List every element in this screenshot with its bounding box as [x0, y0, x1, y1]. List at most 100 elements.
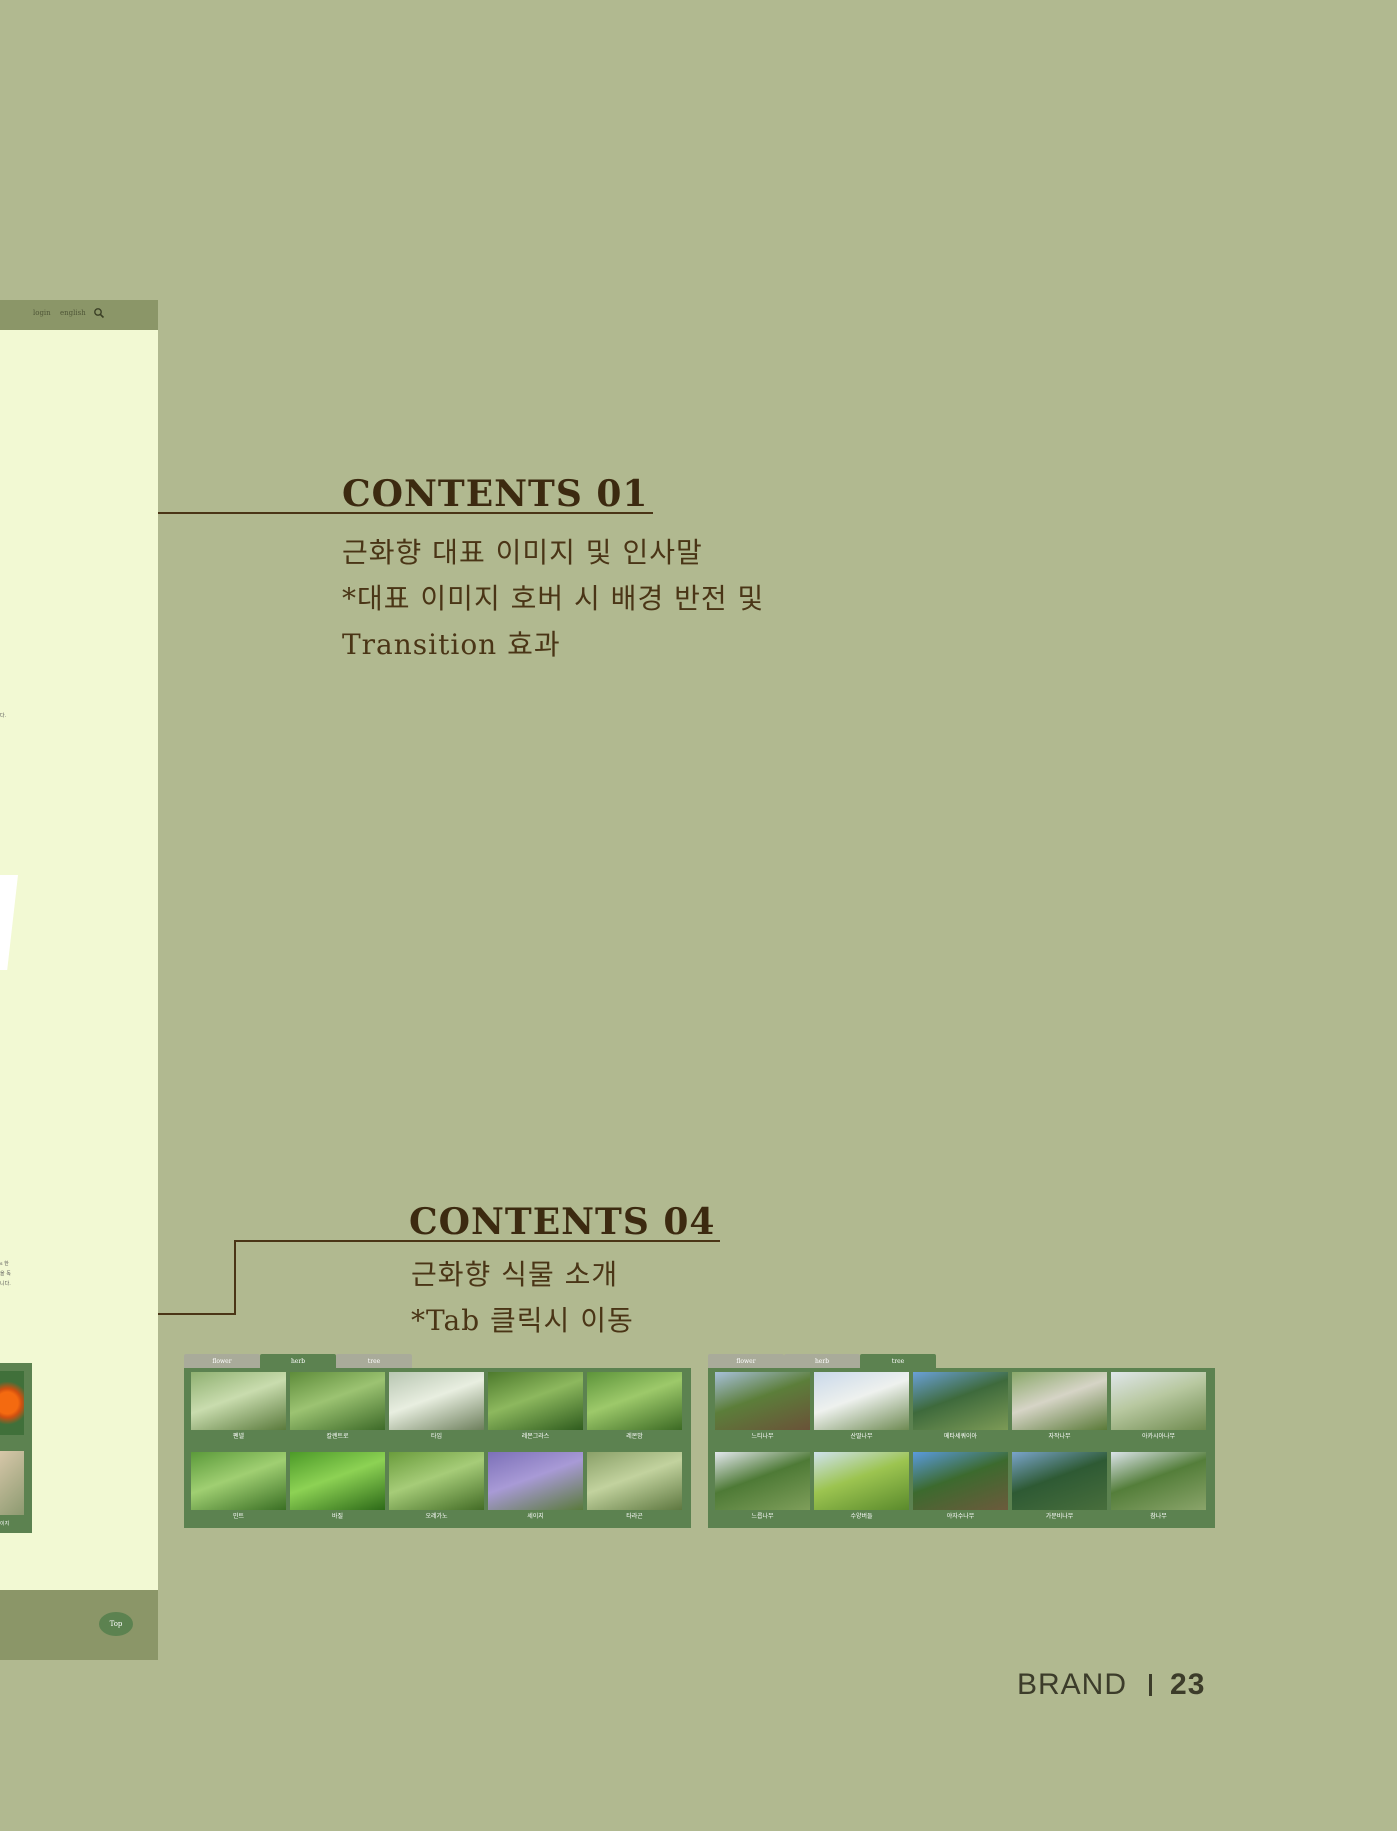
plant-card[interactable]: 오레가노 — [389, 1452, 484, 1521]
divider — [1149, 1674, 1153, 1696]
plant-label: 레몬그라스 — [521, 1433, 550, 1440]
plant-label: 느티나무 — [751, 1433, 774, 1440]
top-button[interactable]: Top — [99, 1612, 133, 1636]
plant-label: 타라곤 — [626, 1513, 643, 1520]
plant-label: 산딸나무 — [850, 1433, 873, 1440]
plant-photo[interactable] — [913, 1452, 1008, 1510]
tab-tree[interactable]: tree — [860, 1354, 936, 1368]
plant-card[interactable]: 펜넬 — [191, 1372, 286, 1441]
plant-label: 오레가노 — [425, 1513, 448, 1520]
connector-line-04-bottom — [158, 1313, 236, 1315]
plant-card[interactable]: 바질 — [290, 1452, 385, 1521]
plant-card[interactable]: 수양버들 — [814, 1452, 909, 1521]
plant-label: 바질 — [331, 1513, 344, 1520]
website-mockup: login english 다. s 한 을 독 니다. 이지 Top — [0, 300, 158, 1660]
mockup-footer: Top — [0, 1590, 158, 1660]
description-line: 근화향 대표 이미지 및 인사말 — [342, 536, 703, 569]
plant-photo[interactable] — [290, 1372, 385, 1430]
plant-card[interactable]: 느릅나무 — [715, 1452, 810, 1521]
english-link[interactable]: english — [60, 309, 86, 317]
plant-card[interactable]: 메타세쿼이아 — [913, 1372, 1008, 1441]
plant-photo[interactable] — [814, 1452, 909, 1510]
plant-card[interactable]: 야자수나무 — [913, 1452, 1008, 1521]
plant-card[interactable]: 자작나무 — [1012, 1372, 1107, 1441]
plant-thumbnail[interactable] — [0, 1451, 24, 1515]
plant-card[interactable]: 세이지 — [488, 1452, 583, 1521]
plant-photo[interactable] — [488, 1452, 583, 1510]
tab-tree[interactable]: tree — [336, 1354, 412, 1368]
page-number: 23 — [1170, 1668, 1206, 1701]
plant-photo[interactable] — [191, 1372, 286, 1430]
plant-photo[interactable] — [587, 1372, 682, 1430]
plant-card[interactable]: 칼렌트로 — [290, 1372, 385, 1441]
plant-card[interactable]: 아카시아나무 — [1111, 1372, 1206, 1441]
plant-photo[interactable] — [1012, 1452, 1107, 1510]
brand-label: BRAND — [1017, 1668, 1128, 1701]
plant-card[interactable]: 산딸나무 — [814, 1372, 909, 1441]
description-line: 근화향 식물 소개 — [411, 1258, 619, 1291]
plant-photo[interactable] — [488, 1372, 583, 1430]
plant-label: 느릅나무 — [751, 1513, 774, 1520]
plant-photo[interactable] — [715, 1372, 810, 1430]
mockup-text-fragment: 을 독 — [0, 1271, 11, 1277]
plant-card[interactable]: 느티나무 — [715, 1372, 810, 1441]
plant-card[interactable]: 레몬밤 — [587, 1372, 682, 1441]
plant-label: 참나무 — [1150, 1513, 1167, 1520]
page-footer: BRAND 23 — [1017, 1668, 1205, 1702]
plant-photo[interactable] — [1111, 1452, 1206, 1510]
tab-flower[interactable]: flower — [184, 1354, 260, 1368]
description-line: Transition 효과 — [342, 628, 561, 661]
plant-photo[interactable] — [389, 1452, 484, 1510]
tab-herb[interactable]: herb — [784, 1354, 860, 1368]
plant-photo[interactable] — [389, 1372, 484, 1430]
search-icon[interactable] — [93, 307, 105, 319]
tree-tab-panel: flower herb tree 느티나무 산딸나무 메타세쿼이아 자작나무 아카시아나… — [708, 1354, 1215, 1528]
plant-photo[interactable] — [814, 1372, 909, 1430]
contents-01-description: 근화향 대표 이미지 및 인사말 *대표 이미지 호버 시 배경 반전 및 Tr… — [342, 530, 764, 668]
plant-photo[interactable] — [1111, 1372, 1206, 1430]
mockup-header: login english — [0, 300, 158, 330]
mockup-thumbnail-strip: 이지 — [0, 1363, 32, 1533]
description-line: *Tab 클릭시 이동 — [411, 1304, 634, 1337]
plant-card[interactable]: 타임 — [389, 1372, 484, 1441]
plant-photo[interactable] — [191, 1452, 286, 1510]
tab-bar: flower herb tree — [708, 1354, 1215, 1368]
plant-photo[interactable] — [913, 1372, 1008, 1430]
mockup-text-fragment: 니다. — [0, 1281, 11, 1287]
plant-photo[interactable] — [1012, 1372, 1107, 1430]
contents-04-title: CONTENTS 04 — [409, 1201, 716, 1243]
thumbnail-caption: 이지 — [0, 1521, 10, 1527]
plant-label: 메타세쿼이아 — [943, 1433, 978, 1440]
contents-01-title: CONTENTS 01 — [342, 473, 649, 515]
plant-card[interactable]: 가문비나무 — [1012, 1452, 1107, 1521]
plant-card[interactable]: 참나무 — [1111, 1452, 1206, 1521]
plant-label: 수양버들 — [850, 1513, 873, 1520]
mockup-image-fragment — [0, 875, 18, 970]
herb-tab-panel: flower herb tree 펜넬 칼렌트로 타임 레몬그라스 레몬밤민트 바질 오레가… — [184, 1354, 691, 1528]
plant-grid: 느티나무 산딸나무 메타세쿼이아 자작나무 아카시아나무느릅나무 수양버들 야자수나무 가문비… — [708, 1368, 1215, 1528]
plant-photo[interactable] — [587, 1452, 682, 1510]
tab-flower[interactable]: flower — [708, 1354, 784, 1368]
plant-label: 자작나무 — [1048, 1433, 1071, 1440]
plant-label: 가문비나무 — [1045, 1513, 1074, 1520]
mockup-text-fragment: 다. — [0, 713, 7, 719]
flower-thumbnail[interactable] — [0, 1371, 24, 1435]
plant-photo[interactable] — [715, 1452, 810, 1510]
plant-label: 타임 — [430, 1433, 443, 1440]
plant-card[interactable]: 타라곤 — [587, 1452, 682, 1521]
plant-label: 펜넬 — [232, 1433, 245, 1440]
tab-herb[interactable]: herb — [260, 1354, 336, 1368]
login-link[interactable]: login — [33, 309, 51, 317]
connector-line-04-vertical — [234, 1240, 236, 1315]
tab-bar: flower herb tree — [184, 1354, 691, 1368]
contents-04-description: 근화향 식물 소개 *Tab 클릭시 이동 — [411, 1252, 634, 1344]
plant-card[interactable]: 레몬그라스 — [488, 1372, 583, 1441]
plant-card[interactable]: 민트 — [191, 1452, 286, 1521]
plant-grid: 펜넬 칼렌트로 타임 레몬그라스 레몬밤민트 바질 오레가노 세이지 타라곤 — [184, 1368, 691, 1528]
plant-label: 민트 — [232, 1513, 245, 1520]
plant-label: 칼렌트로 — [326, 1433, 349, 1440]
plant-photo[interactable] — [290, 1452, 385, 1510]
plant-label: 세이지 — [527, 1513, 544, 1520]
plant-label: 아카시아나무 — [1141, 1433, 1176, 1440]
plant-label: 레몬밤 — [626, 1433, 643, 1440]
